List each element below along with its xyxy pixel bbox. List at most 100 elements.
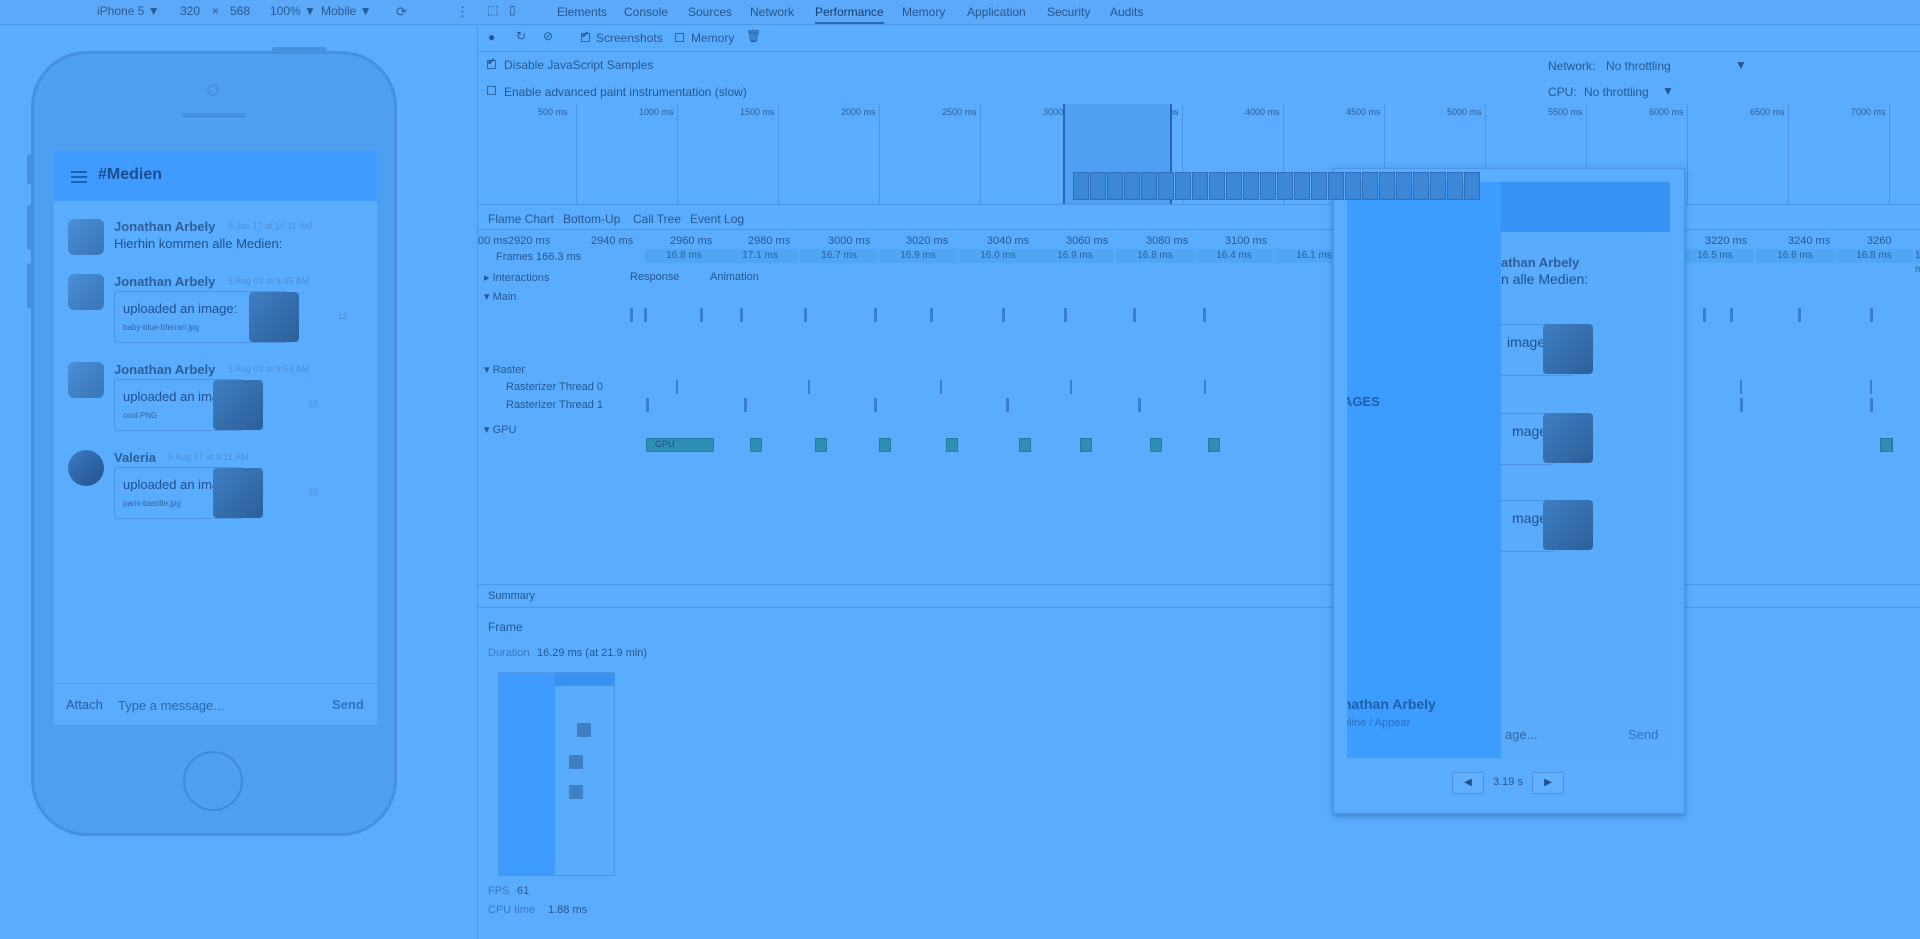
image-attachment-card[interactable]: uploaded an image: baby-blue-bferrari.jp… xyxy=(114,291,299,343)
mode-select[interactable]: Mobile ▼ xyxy=(321,4,372,18)
screenshots-checkbox[interactable] xyxy=(581,30,590,42)
message-author[interactable]: Jonathan Arbely xyxy=(114,274,215,289)
filmstrip-frame[interactable] xyxy=(1107,172,1123,200)
filmstrip-frame[interactable] xyxy=(1413,172,1429,200)
tab-flame-chart[interactable]: Flame Chart xyxy=(488,212,554,226)
device-toolbar-icon[interactable]: ▯ xyxy=(509,3,516,17)
raster-task[interactable] xyxy=(646,398,649,412)
filmstrip-frame[interactable] xyxy=(1328,172,1344,200)
filmstrip-frame[interactable] xyxy=(1209,172,1225,200)
gpu-task-bar[interactable] xyxy=(946,438,958,452)
filmstrip-frame[interactable] xyxy=(1311,172,1327,200)
raster-task[interactable] xyxy=(808,380,810,394)
main-thread-task[interactable] xyxy=(644,308,647,322)
frame-cell[interactable]: 16.8 ms xyxy=(645,249,724,263)
filmstrip-frame[interactable] xyxy=(1362,172,1378,200)
gpu-task-bar[interactable] xyxy=(1880,438,1892,452)
raster-task[interactable] xyxy=(874,398,877,412)
raster-track[interactable]: ▾ Raster xyxy=(484,363,525,376)
tab-audits[interactable]: Audits xyxy=(1110,5,1143,19)
tab-console[interactable]: Console xyxy=(624,5,668,19)
main-thread-task[interactable] xyxy=(1203,308,1206,322)
main-thread-task[interactable] xyxy=(1002,308,1005,322)
zoom-select[interactable]: 100% ▼ xyxy=(270,4,316,18)
filmstrip-frame[interactable] xyxy=(1464,172,1480,200)
trash-icon[interactable]: 🗑 xyxy=(746,29,761,43)
image-thumbnail[interactable] xyxy=(213,380,263,430)
frame-cell[interactable]: 16.0 ms xyxy=(959,249,1038,263)
main-thread-task[interactable] xyxy=(1730,308,1733,322)
main-thread-task[interactable] xyxy=(1870,308,1873,322)
image-attachment-card[interactable]: uploaded an image: paris-bastille.jpg xyxy=(114,467,263,519)
device-height[interactable]: 568 xyxy=(230,4,250,18)
reload-icon[interactable]: ↻ xyxy=(516,29,526,43)
avatar[interactable] xyxy=(68,219,104,255)
gpu-task-bar[interactable]: GPU xyxy=(646,438,714,452)
main-thread-task[interactable] xyxy=(804,308,807,322)
frame-cell[interactable]: 16.9 ms xyxy=(1036,249,1115,263)
avatar[interactable] xyxy=(68,274,104,310)
main-thread-task[interactable] xyxy=(700,308,703,322)
frame-cell[interactable]: 16.8 ms xyxy=(1116,249,1195,263)
filmstrip-frame[interactable] xyxy=(1124,172,1140,200)
frame-cell[interactable]: 16.6 ms xyxy=(1756,249,1835,263)
attachment-filename[interactable]: baby-blue-bferrari.jpg xyxy=(123,323,199,332)
disable-js-samples-checkbox[interactable] xyxy=(487,57,496,69)
gpu-task-bar[interactable] xyxy=(750,438,762,452)
filmstrip-frame[interactable] xyxy=(1379,172,1395,200)
main-thread-task[interactable] xyxy=(1798,308,1801,322)
gpu-task-bar[interactable] xyxy=(1150,438,1162,452)
avatar[interactable] xyxy=(68,362,104,398)
frame-cell[interactable]: 16.7 ms xyxy=(800,249,879,263)
memory-checkbox[interactable] xyxy=(675,33,684,42)
gpu-task-bar[interactable] xyxy=(815,438,827,452)
gpu-track[interactable]: ▾ GPU xyxy=(484,423,516,436)
filmstrip-frame[interactable] xyxy=(1175,172,1191,200)
record-icon[interactable]: ● xyxy=(488,30,495,44)
raster-task[interactable] xyxy=(940,380,942,394)
tab-bottom-up[interactable]: Bottom-Up xyxy=(563,212,620,226)
tab-summary[interactable]: Summary xyxy=(488,590,535,602)
raster-task[interactable] xyxy=(1740,398,1743,412)
filmstrip-frame[interactable] xyxy=(1243,172,1259,200)
main-track[interactable]: ▾ Main xyxy=(484,290,516,303)
filmstrip-frame[interactable] xyxy=(1158,172,1174,200)
tab-call-tree[interactable]: Call Tree xyxy=(633,212,681,226)
tab-application[interactable]: Application xyxy=(967,5,1026,19)
main-thread-task[interactable] xyxy=(740,308,743,322)
gpu-task-bar[interactable] xyxy=(1019,438,1031,452)
main-thread-task[interactable] xyxy=(874,308,877,322)
frame-cell[interactable]: 16.4 ms xyxy=(1195,249,1274,263)
raster-task[interactable] xyxy=(1138,398,1141,412)
filmstrip-frame[interactable] xyxy=(1345,172,1361,200)
message-author[interactable]: Jonathan Arbely xyxy=(114,362,215,377)
filmstrip-frame[interactable] xyxy=(1090,172,1106,200)
raster-task[interactable] xyxy=(744,398,747,412)
frame-screenshot-thumbnail[interactable] xyxy=(498,672,615,876)
chevron-down-icon[interactable]: ▼ xyxy=(1735,58,1747,72)
raster-task[interactable] xyxy=(1870,398,1873,412)
main-thread-task[interactable] xyxy=(930,308,933,322)
filmstrip-frame[interactable] xyxy=(1447,172,1463,200)
raster-task[interactable] xyxy=(676,380,678,394)
main-thread-task[interactable] xyxy=(1064,308,1067,322)
inspect-element-icon[interactable]: ⬚ xyxy=(487,3,498,17)
main-thread-task[interactable] xyxy=(1133,308,1136,322)
filmstrip-frame[interactable] xyxy=(1294,172,1310,200)
main-thread-task[interactable] xyxy=(630,308,633,322)
raster-task[interactable] xyxy=(1006,398,1009,412)
device-select[interactable]: iPhone 5 ▼ xyxy=(97,4,160,18)
phone-home-button[interactable] xyxy=(183,751,243,811)
tab-event-log[interactable]: Event Log xyxy=(690,212,744,226)
raster-task[interactable] xyxy=(1204,380,1206,394)
tab-memory[interactable]: Memory xyxy=(902,5,945,19)
filmstrip-frame[interactable] xyxy=(1073,172,1089,200)
device-width[interactable]: 320 xyxy=(180,4,200,18)
frame-cell[interactable]: 17.1 ms xyxy=(721,249,800,263)
raster-task[interactable] xyxy=(1070,380,1072,394)
network-throttle-select[interactable]: No throttling xyxy=(1606,59,1671,73)
raster-task[interactable] xyxy=(1740,380,1742,394)
chevron-down-icon[interactable]: ▼ xyxy=(1662,84,1674,98)
avatar[interactable] xyxy=(68,450,104,486)
filmstrip-frame[interactable] xyxy=(1260,172,1276,200)
